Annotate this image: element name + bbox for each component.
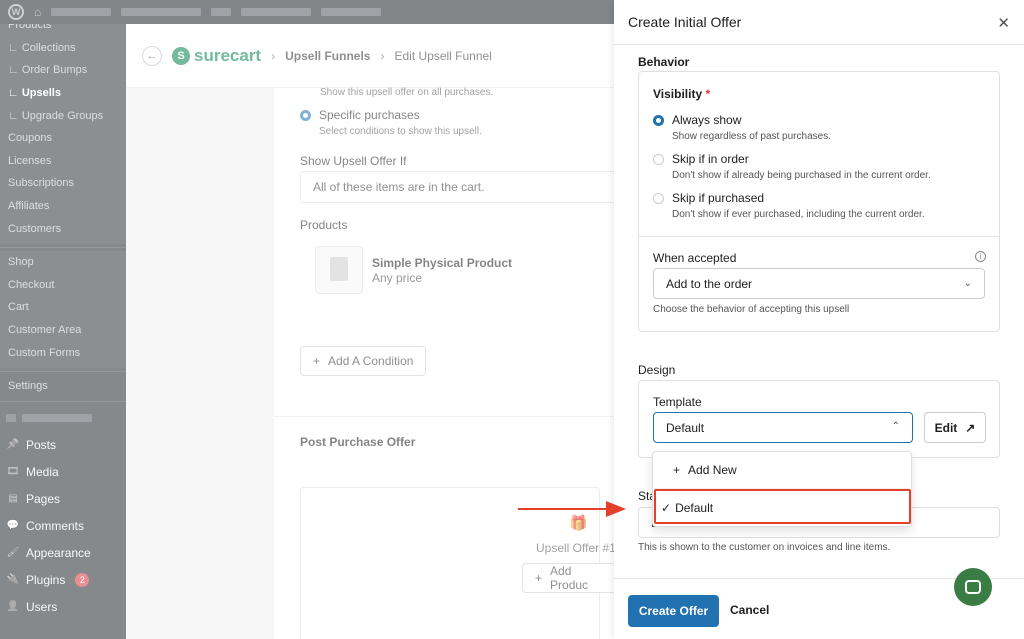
dropdown-add-new[interactable]: + Add New	[653, 454, 913, 486]
visibility-label: Visibility *	[653, 87, 710, 101]
always-show-label: Always show	[672, 113, 742, 127]
annotation-arrow-icon	[518, 501, 626, 517]
chevron-down-icon: ⌄	[963, 278, 972, 289]
when-accepted-hint: Choose the behavior of accepting this up…	[653, 304, 850, 315]
behavior-title: Behavior	[638, 55, 690, 69]
plus-icon: +	[673, 463, 681, 477]
always-show-hint: Show regardless of past purchases.	[672, 131, 831, 142]
when-accepted-value: Add to the order	[666, 276, 753, 291]
drawer-header: Create Initial Offer	[614, 0, 1024, 45]
edit-label: Edit	[934, 420, 958, 435]
external-link-icon: ↗	[965, 420, 976, 435]
skip-if-purchased-radio[interactable]	[653, 193, 664, 204]
info-icon[interactable]: i	[975, 251, 986, 262]
statement-hint: This is shown to the customer on invoice…	[638, 542, 891, 553]
create-offer-button[interactable]: Create Offer	[628, 595, 719, 627]
design-title: Design	[638, 363, 676, 377]
divider	[639, 236, 999, 237]
chat-icon	[965, 580, 981, 594]
required-mark: *	[705, 87, 711, 101]
skip-if-purchased-hint: Don't show if ever purchased, including …	[672, 209, 925, 220]
template-select[interactable]: Default ⌃	[653, 412, 913, 443]
modal-overlay[interactable]	[0, 0, 614, 639]
add-new-label: Add New	[688, 463, 737, 477]
skip-if-in-order-hint: Don't show if already being purchased in…	[672, 170, 931, 181]
close-icon[interactable]: ✕	[997, 14, 1010, 32]
edit-template-button[interactable]: Edit ↗	[924, 412, 986, 443]
skip-if-in-order-label: Skip if in order	[672, 152, 749, 166]
skip-if-purchased-label: Skip if purchased	[672, 191, 765, 205]
chat-button[interactable]	[954, 568, 992, 606]
template-label: Template	[653, 395, 702, 409]
drawer-title: Create Initial Offer	[628, 14, 742, 30]
when-accepted-select[interactable]: Add to the order ⌄	[653, 268, 985, 299]
skip-if-in-order-radio[interactable]	[653, 154, 664, 165]
template-value: Default	[666, 420, 705, 435]
cancel-button[interactable]: Cancel	[730, 603, 769, 617]
when-accepted-label: When accepted	[653, 251, 737, 265]
chevron-up-icon: ⌃	[891, 421, 900, 432]
highlight-box	[654, 489, 911, 524]
visibility-text: Visibility	[653, 87, 703, 101]
create-offer-drawer: Create Initial Offer ✕ Behavior Visibili…	[614, 0, 1024, 639]
always-show-radio[interactable]	[653, 115, 664, 126]
